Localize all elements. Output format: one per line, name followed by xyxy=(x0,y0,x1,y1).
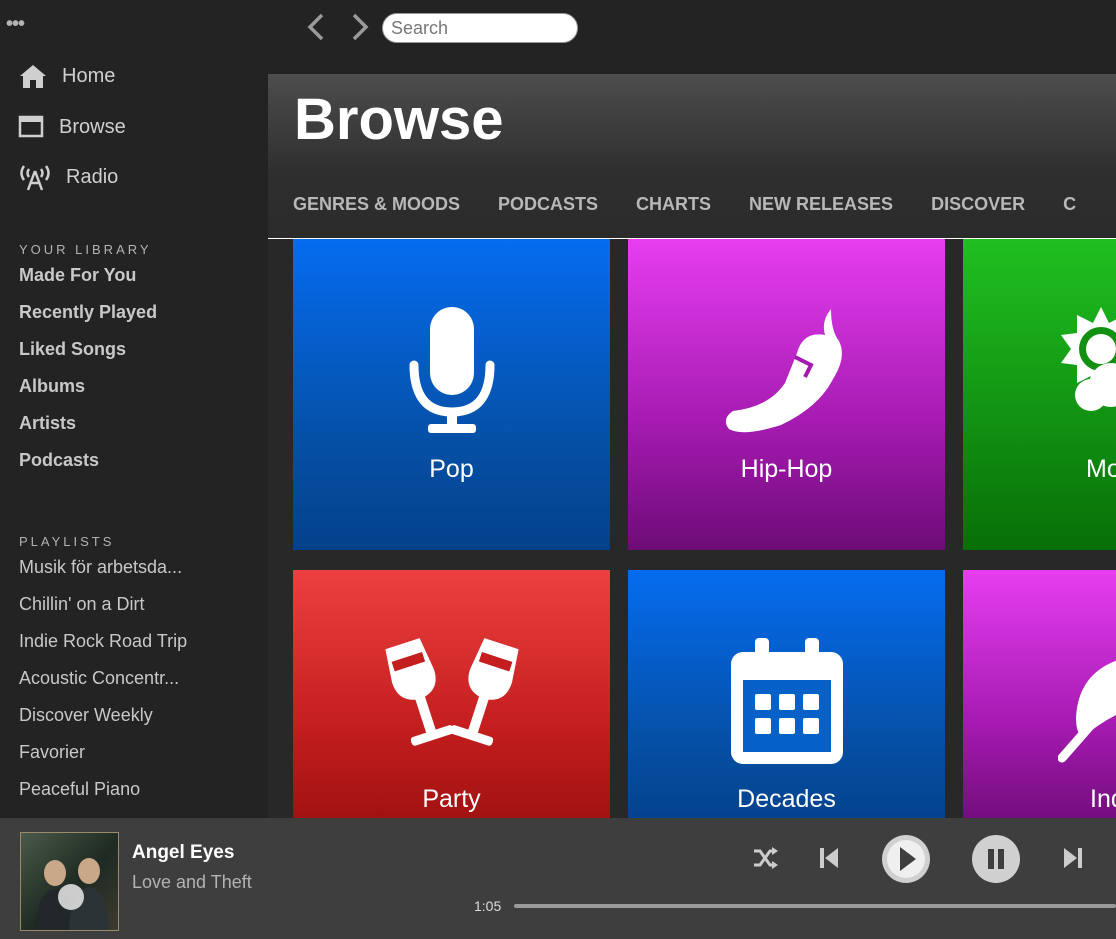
genre-grid: Pop Hip-Hop Mo Party Decades In xyxy=(268,239,1116,818)
sidebar: ••• Home Browse Radio YOUR LIBRARY Made … xyxy=(0,0,268,818)
browse-icon xyxy=(18,115,44,138)
tab-discover[interactable]: DISCOVER xyxy=(931,194,1025,215)
previous-track-icon[interactable] xyxy=(818,846,840,870)
genre-label-indie: Ind xyxy=(1090,785,1116,813)
player-bar: Angel Eyes Love and Theft 1:05 xyxy=(0,818,1116,939)
library-item-artists[interactable]: Artists xyxy=(19,413,76,434)
track-title[interactable]: Angel Eyes xyxy=(132,842,234,864)
genre-label-party: Party xyxy=(422,785,481,813)
playlist-item[interactable]: Favorier xyxy=(19,742,85,763)
back-arrow-icon[interactable] xyxy=(304,12,328,42)
playlists-heading: PLAYLISTS xyxy=(19,534,115,549)
nav-item-browse[interactable]: Browse xyxy=(18,115,126,139)
radio-icon xyxy=(20,165,50,191)
browse-tabs: GENRES & MOODS PODCASTS CHARTS NEW RELEA… xyxy=(293,194,1114,215)
page-title: Browse xyxy=(294,87,504,152)
playlist-item[interactable]: Indie Rock Road Trip xyxy=(19,631,187,652)
pause-button[interactable] xyxy=(970,833,1022,885)
genre-label-mood: Mo xyxy=(1086,455,1116,483)
library-heading: YOUR LIBRARY xyxy=(19,242,152,257)
nav-label-browse: Browse xyxy=(59,115,126,138)
playlist-item[interactable]: Peaceful Piano xyxy=(19,779,140,800)
calendar-icon xyxy=(731,638,843,764)
genre-label-hip-hop: Hip-Hop xyxy=(740,455,833,483)
playlist-item[interactable]: Musik för arbetsda... xyxy=(19,557,182,578)
play-button[interactable] xyxy=(880,833,932,885)
genre-label-pop: Pop xyxy=(429,455,474,483)
genre-tile-indie[interactable]: Ind xyxy=(963,570,1116,818)
genre-tile-pop[interactable]: Pop xyxy=(293,239,610,550)
nav-item-radio[interactable]: Radio xyxy=(18,163,118,191)
nav-label-home: Home xyxy=(62,64,116,87)
tab-new-releases[interactable]: NEW RELEASES xyxy=(749,194,893,215)
playlist-item[interactable]: Acoustic Concentr... xyxy=(19,668,179,689)
search-input[interactable] xyxy=(382,13,578,43)
genre-tile-hip-hop[interactable]: Hip-Hop xyxy=(628,239,945,550)
genre-tile-party[interactable]: Party xyxy=(293,570,610,818)
library-item-albums[interactable]: Albums xyxy=(19,376,85,397)
album-cover[interactable] xyxy=(20,832,119,931)
shuffle-icon[interactable] xyxy=(752,846,780,870)
library-item-liked-songs[interactable]: Liked Songs xyxy=(19,339,126,360)
more-options-icon[interactable]: ••• xyxy=(6,14,25,34)
tab-concerts[interactable]: C xyxy=(1063,194,1076,215)
library-item-podcasts[interactable]: Podcasts xyxy=(19,450,99,471)
elapsed-time: 1:05 xyxy=(474,898,502,914)
tab-genres-moods[interactable]: GENRES & MOODS xyxy=(293,194,460,215)
tab-podcasts[interactable]: PODCASTS xyxy=(498,194,598,215)
home-icon xyxy=(20,65,46,88)
nav-label-radio: Radio xyxy=(66,165,119,188)
sun-cloud-icon xyxy=(1061,307,1116,411)
chili-pepper-icon xyxy=(725,309,842,433)
library-item-made-for-you[interactable]: Made For You xyxy=(19,265,136,286)
wine-glasses-icon xyxy=(385,638,519,746)
next-track-icon[interactable] xyxy=(1062,846,1084,870)
album-art xyxy=(35,858,109,930)
progress-bar[interactable] xyxy=(514,904,1116,908)
microphone-icon xyxy=(409,307,495,433)
feather-icon xyxy=(1058,660,1116,763)
nav-item-home[interactable]: Home xyxy=(18,63,115,89)
playlist-item[interactable]: Chillin' on a Dirt xyxy=(19,594,144,615)
library-item-recently-played[interactable]: Recently Played xyxy=(19,302,157,323)
track-artist[interactable]: Love and Theft xyxy=(132,872,252,893)
playlist-item[interactable]: Discover Weekly xyxy=(19,705,153,726)
forward-arrow-icon[interactable] xyxy=(348,12,372,42)
genre-tile-decades[interactable]: Decades xyxy=(628,570,945,818)
browse-header: Browse GENRES & MOODS PODCASTS CHARTS NE… xyxy=(268,74,1116,239)
tab-charts[interactable]: CHARTS xyxy=(636,194,711,215)
genre-label-decades: Decades xyxy=(737,785,836,813)
genre-tile-mood[interactable]: Mo xyxy=(963,239,1116,550)
